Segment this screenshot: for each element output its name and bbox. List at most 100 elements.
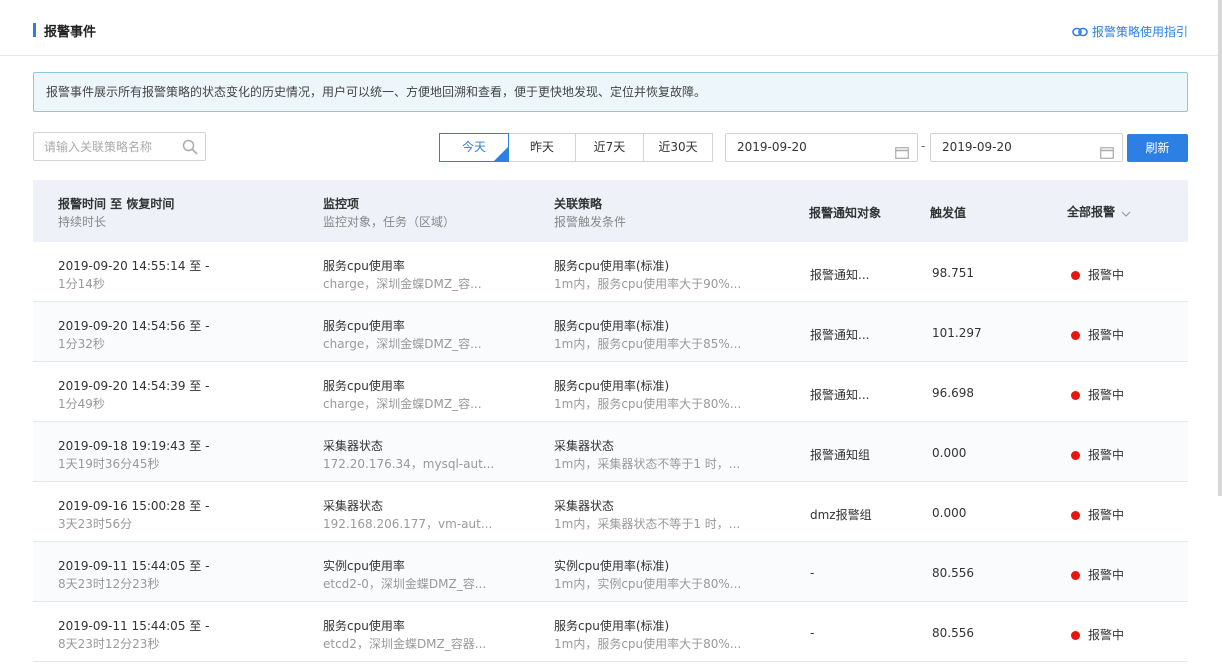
calendar-icon bbox=[1100, 142, 1114, 169]
cell-status: 报警中 bbox=[1071, 506, 1124, 523]
status-label: 报警中 bbox=[1088, 448, 1125, 462]
status-filter-dropdown[interactable]: 全部报警 bbox=[1067, 203, 1131, 220]
cell-condition: 1m内，服务cpu使用率大于90%... bbox=[554, 277, 742, 291]
cell-trigger-value: 98.751 bbox=[932, 266, 974, 280]
cell-notify: dmz报警组 bbox=[810, 508, 872, 522]
status-label: 报警中 bbox=[1088, 628, 1125, 642]
tab-today[interactable]: 今天 bbox=[439, 133, 509, 162]
policy-guide-label: 报警策略使用指引 bbox=[1091, 25, 1188, 39]
cell-duration: 1分32秒 bbox=[58, 337, 105, 351]
cell-policy: 服务cpu使用率(标准) bbox=[554, 319, 670, 333]
cell-monitor-target: charge，深圳金蝶DMZ_容... bbox=[323, 337, 482, 351]
cell-trigger-value: 80.556 bbox=[932, 566, 974, 580]
cell-monitor: 服务cpu使用率 bbox=[323, 259, 405, 273]
status-label: 报警中 bbox=[1088, 328, 1125, 342]
cell-condition: 1m内，采集器状态不等于1 时，... bbox=[554, 517, 741, 531]
table-row[interactable]: 2019-09-16 15:00:28 至 - 3天23时56分 采集器状态 192.… bbox=[33, 482, 1188, 542]
header-value: 触发值 bbox=[930, 206, 967, 220]
table-header: 报警时间 至 恢复时间 持续时长 监控项 监控对象，任务（区域） 关联策略 报警… bbox=[33, 180, 1188, 242]
tab-yesterday[interactable]: 昨天 bbox=[508, 133, 576, 162]
selected-corner-mark bbox=[494, 147, 508, 161]
page-scrollbar[interactable] bbox=[1218, 0, 1222, 496]
cell-monitor-target: etcd2，深圳金蝶DMZ_容器... bbox=[323, 637, 487, 651]
cell-status: 报警中 bbox=[1071, 326, 1124, 343]
alert-status-dot-icon bbox=[1071, 631, 1080, 640]
alert-status-dot-icon bbox=[1071, 511, 1080, 520]
end-date-value: 2019-09-20 bbox=[942, 140, 1012, 154]
date-range-separator: - bbox=[921, 139, 926, 153]
cell-monitor-target: charge，深圳金蝶DMZ_容... bbox=[323, 277, 482, 291]
policy-guide-link[interactable]: 报警策略使用指引 bbox=[1072, 23, 1188, 40]
cell-monitor-target: etcd2-0，深圳金蝶DMZ_容... bbox=[323, 577, 487, 591]
refresh-button[interactable]: 刷新 bbox=[1127, 134, 1188, 162]
cell-policy: 采集器状态 bbox=[554, 499, 615, 513]
status-filter-label: 全部报警 bbox=[1067, 205, 1116, 219]
cell-monitor: 服务cpu使用率 bbox=[323, 619, 405, 633]
table-row[interactable]: 2019-09-11 15:44:05 至 - 8天23时12分23秒 服务cpu使… bbox=[33, 602, 1188, 662]
cell-alarm-time: 2019-09-20 14:54:39 至 - bbox=[58, 379, 210, 393]
cell-notify: - bbox=[810, 566, 815, 580]
tab-today-label: 今天 bbox=[461, 140, 486, 154]
header-monitor-target: 监控对象，任务（区域） bbox=[323, 215, 456, 229]
alarm-events-table: 报警时间 至 恢复时间 持续时长 监控项 监控对象，任务（区域） 关联策略 报警… bbox=[33, 180, 1188, 662]
cell-trigger-value: 0.000 bbox=[932, 446, 967, 460]
cell-trigger-value: 0.000 bbox=[932, 506, 967, 520]
cell-monitor: 采集器状态 bbox=[323, 499, 384, 513]
cell-status: 报警中 bbox=[1071, 626, 1124, 643]
table-row[interactable]: 2019-09-20 14:54:56 至 - 1分32秒 服务cpu使用率 char… bbox=[33, 302, 1188, 362]
tab-last-30-days[interactable]: 近30天 bbox=[643, 133, 713, 162]
table-row[interactable]: 2019-09-11 15:44:05 至 - 8天23时12分23秒 实例cpu使… bbox=[33, 542, 1188, 602]
start-date-picker[interactable]: 2019-09-20 bbox=[725, 133, 918, 162]
policy-search-input[interactable] bbox=[34, 133, 174, 160]
alert-status-dot-icon bbox=[1071, 451, 1080, 460]
calendar-icon bbox=[895, 142, 909, 169]
page-header: 报警事件 报警策略使用指引 bbox=[0, 0, 1222, 56]
cell-monitor: 实例cpu使用率 bbox=[323, 559, 405, 573]
cell-monitor-target: charge，深圳金蝶DMZ_容... bbox=[323, 397, 482, 411]
cell-status: 报警中 bbox=[1071, 566, 1124, 583]
cell-monitor: 服务cpu使用率 bbox=[323, 379, 405, 393]
policy-search-box bbox=[33, 132, 206, 161]
cell-condition: 1m内，服务cpu使用率大于80%... bbox=[554, 397, 742, 411]
cell-notify: 报警通知... bbox=[810, 388, 870, 402]
cell-notify: 报警通知... bbox=[810, 268, 870, 282]
header-time: 报警时间 至 恢复时间 bbox=[58, 197, 175, 211]
cell-duration: 3天23时56分 bbox=[58, 517, 133, 531]
status-label: 报警中 bbox=[1088, 388, 1125, 402]
cell-condition: 1m内，服务cpu使用率大于80%... bbox=[554, 637, 742, 651]
cell-notify: - bbox=[810, 626, 815, 640]
cell-monitor: 采集器状态 bbox=[323, 439, 384, 453]
time-range-tabs: 今天 昨天 近7天 近30天 bbox=[439, 133, 713, 162]
cell-policy: 服务cpu使用率(标准) bbox=[554, 379, 670, 393]
table-row[interactable]: 2019-09-20 14:55:14 至 - 1分14秒 服务cpu使用率 char… bbox=[33, 242, 1188, 302]
cell-duration: 1分49秒 bbox=[58, 397, 105, 411]
tab-last-7-days[interactable]: 近7天 bbox=[575, 133, 644, 162]
header-monitor: 监控项 bbox=[323, 197, 360, 211]
cell-policy: 服务cpu使用率(标准) bbox=[554, 619, 670, 633]
end-date-picker[interactable]: 2019-09-20 bbox=[930, 133, 1123, 162]
title-accent-bar bbox=[33, 23, 36, 37]
cell-condition: 1m内，服务cpu使用率大于85%... bbox=[554, 337, 742, 351]
cell-monitor: 服务cpu使用率 bbox=[323, 319, 405, 333]
cell-status: 报警中 bbox=[1071, 266, 1124, 283]
page-title: 报警事件 bbox=[44, 25, 97, 40]
status-label: 报警中 bbox=[1088, 268, 1125, 282]
cell-trigger-value: 80.556 bbox=[932, 626, 974, 640]
link-icon bbox=[1072, 27, 1088, 37]
cell-trigger-value: 96.698 bbox=[932, 386, 974, 400]
header-condition: 报警触发条件 bbox=[554, 215, 627, 229]
table-row[interactable]: 2019-09-18 19:19:43 至 - 1天19时36分45秒 采集器状态 1… bbox=[33, 422, 1188, 482]
cell-alarm-time: 2019-09-11 15:44:05 至 - bbox=[58, 619, 210, 633]
cell-policy: 实例cpu使用率(标准) bbox=[554, 559, 670, 573]
cell-alarm-time: 2019-09-20 14:55:14 至 - bbox=[58, 259, 210, 273]
cell-notify: 报警通知组 bbox=[810, 448, 871, 462]
header-notify: 报警通知对象 bbox=[809, 206, 882, 220]
cell-condition: 1m内，采集器状态不等于1 时，... bbox=[554, 457, 741, 471]
cell-alarm-time: 2019-09-18 19:19:43 至 - bbox=[58, 439, 210, 453]
table-row[interactable]: 2019-09-20 14:54:39 至 - 1分49秒 服务cpu使用率 char… bbox=[33, 362, 1188, 422]
cell-trigger-value: 101.297 bbox=[932, 326, 982, 340]
alert-status-dot-icon bbox=[1071, 331, 1080, 340]
cell-duration: 8天23时12分23秒 bbox=[58, 637, 160, 651]
search-icon[interactable] bbox=[182, 139, 198, 158]
cell-notify: 报警通知... bbox=[810, 328, 870, 342]
